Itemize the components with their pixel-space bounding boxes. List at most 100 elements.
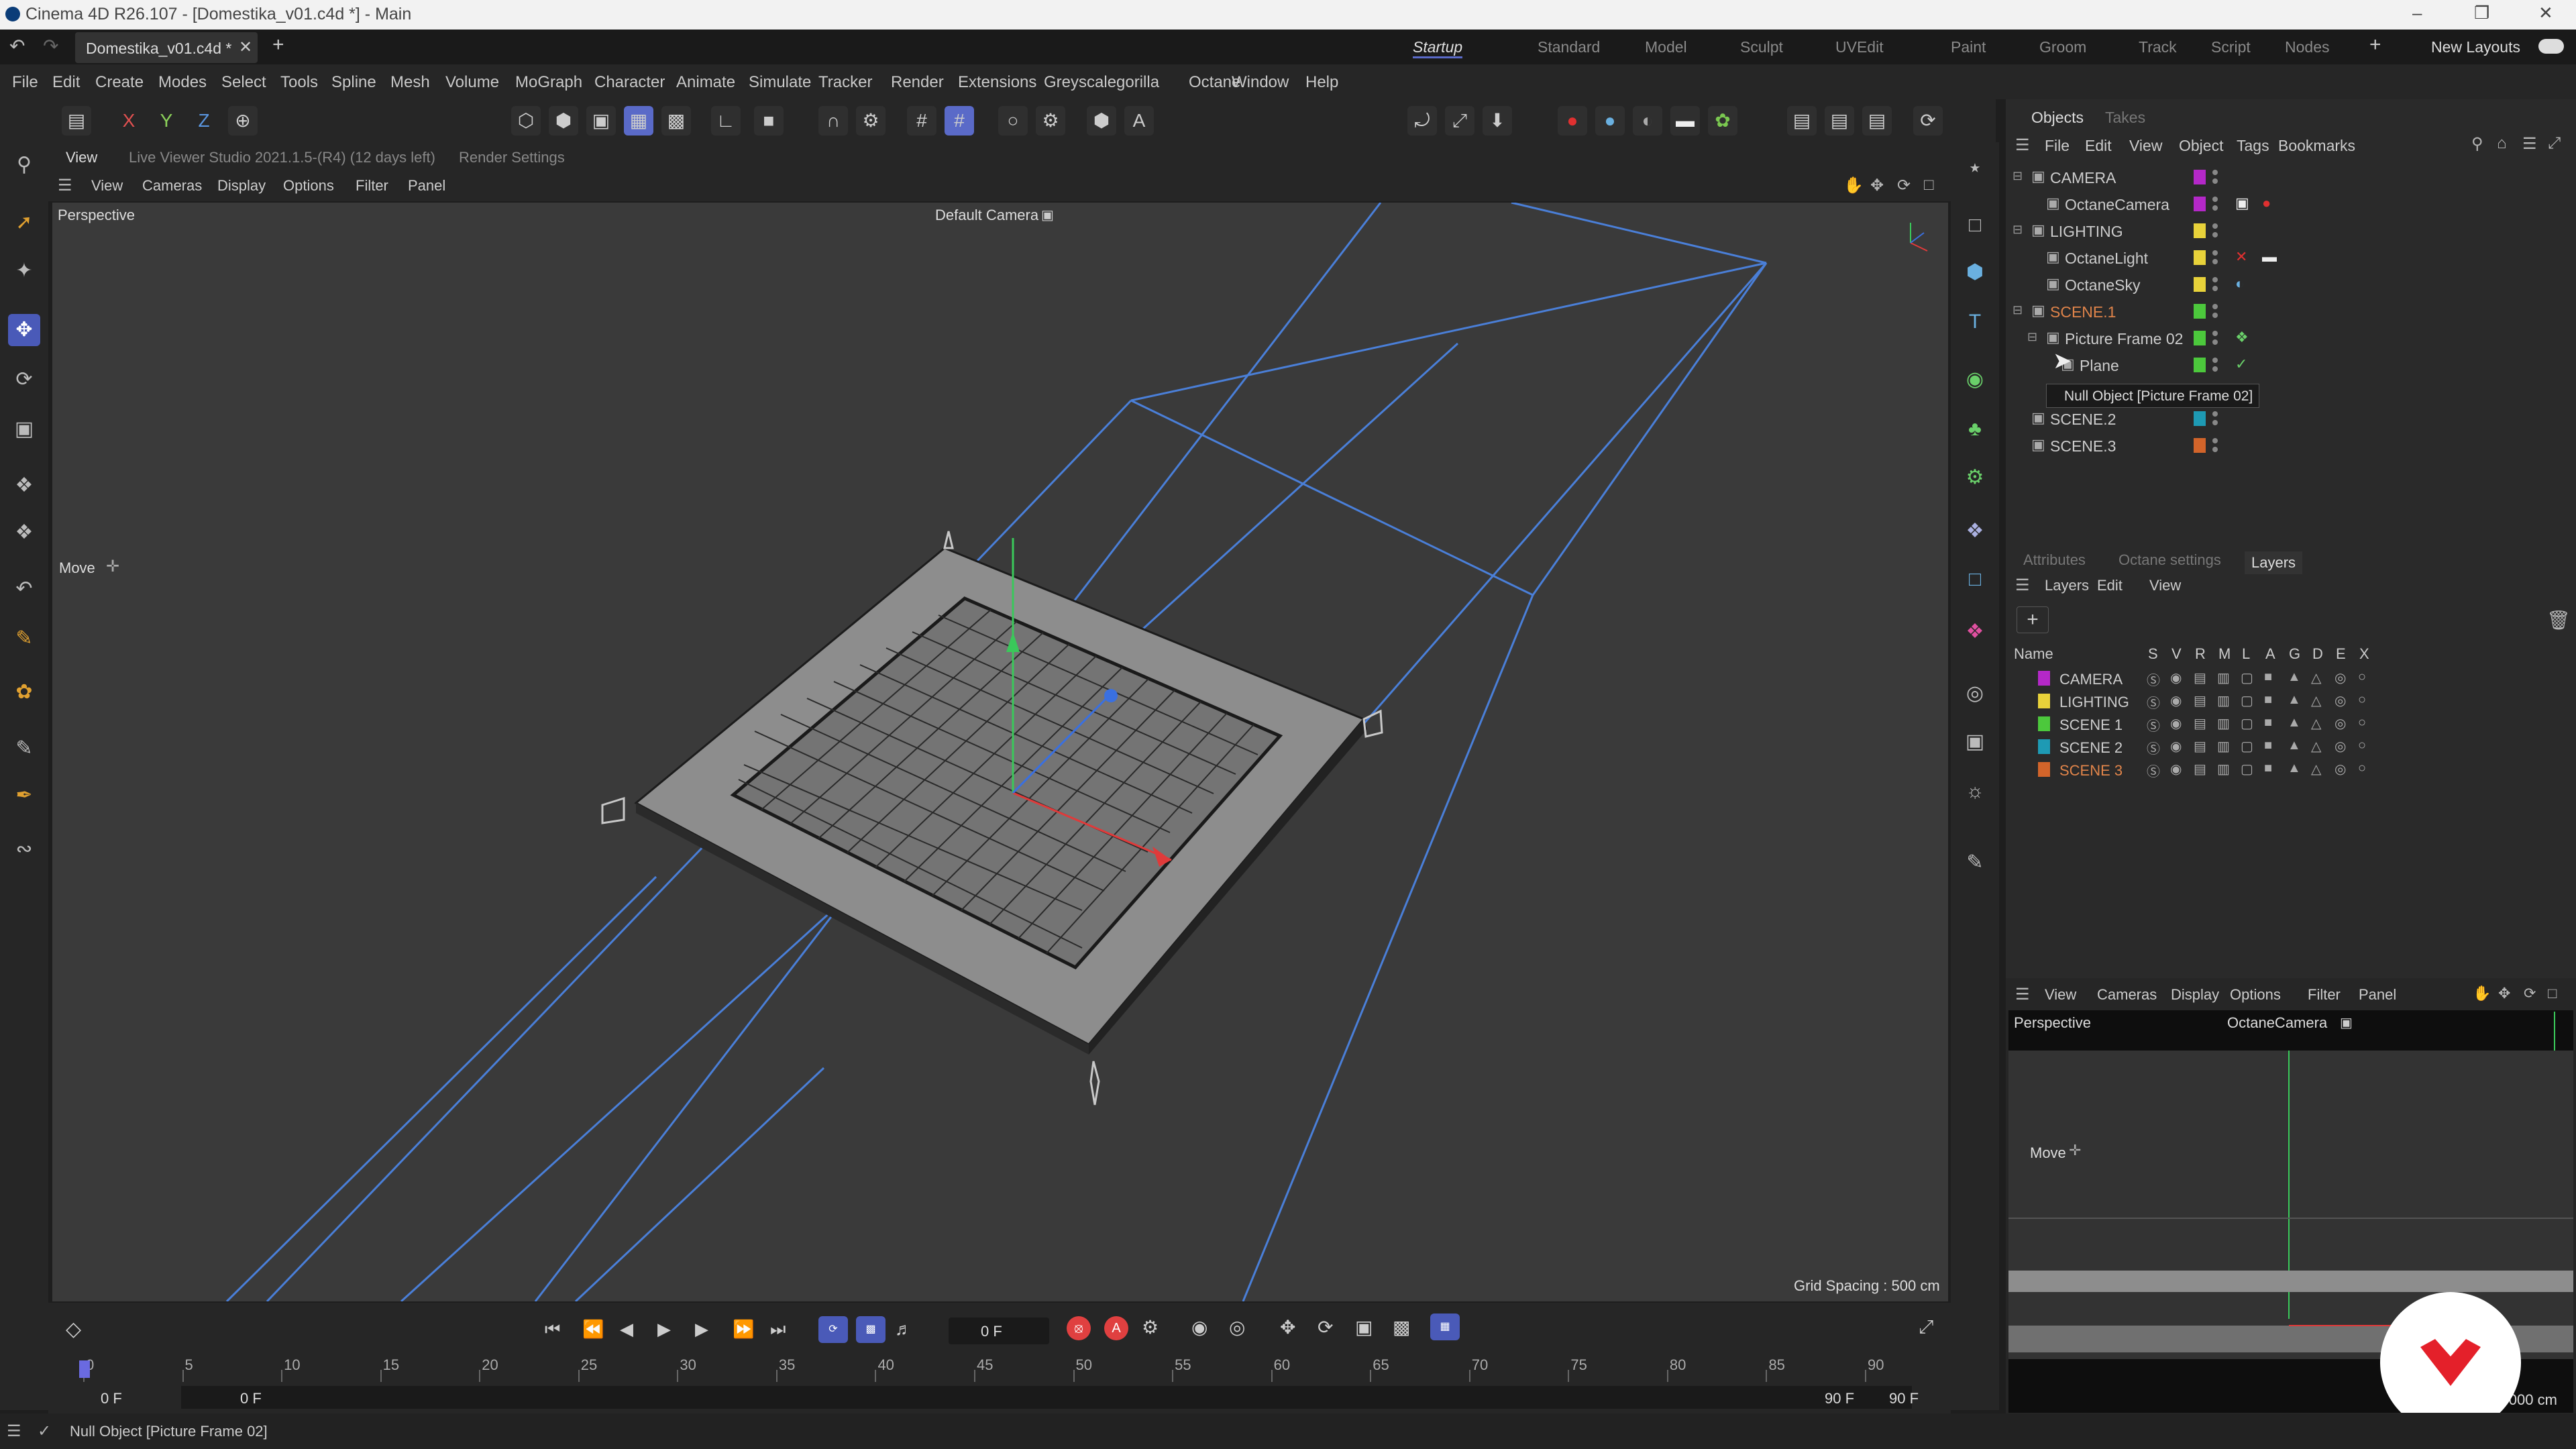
spline-rect-icon[interactable]: □ <box>1959 209 1991 241</box>
layer-toggle-icon[interactable]: △ <box>2311 692 2321 709</box>
layer-toggle-icon[interactable]: Ⓢ <box>2147 692 2160 712</box>
mini-menu-icon[interactable]: ☰ <box>2015 985 2030 1004</box>
layout-tab-startup[interactable]: Startup <box>1413 38 1463 58</box>
coordinate-system-icon[interactable]: ⊕ <box>228 106 258 136</box>
layer-toggle-icon[interactable]: ▤ <box>2194 692 2206 709</box>
expand-icon[interactable]: ⊟ <box>2012 223 2023 237</box>
render-visibility-dot[interactable] <box>2212 286 2218 291</box>
sculpt-icon[interactable]: ✿ <box>8 676 40 708</box>
mini-pan-icon[interactable]: ✋ <box>2473 985 2491 1002</box>
model-mode-icon[interactable]: ▤ <box>62 106 91 136</box>
position-key-icon[interactable]: ✥ <box>1280 1316 1295 1338</box>
y-axis-toggle[interactable]: Y <box>152 106 181 136</box>
viewport-menu-icon[interactable]: ☰ <box>58 176 72 195</box>
layer-row[interactable]: SCENE 1 Ⓢ ◉ ▤ ▥ ▢ ■ ▲ △ ◎ ○ <box>2006 712 2576 735</box>
search-icon[interactable]: ⚲ <box>2471 134 2483 154</box>
object-menu-object[interactable]: Object <box>2179 137 2223 155</box>
object-menu-edit[interactable]: Edit <box>2085 137 2112 155</box>
snap-settings-icon[interactable]: ⚙ <box>856 106 885 136</box>
menu-character[interactable]: Character <box>594 73 665 92</box>
layout-toggle[interactable] <box>2538 39 2564 54</box>
points-mode-icon[interactable]: ⬡ <box>511 106 541 136</box>
octane-camera-tag-icon[interactable]: ● <box>2262 195 2271 212</box>
object-menu-file[interactable]: File <box>2045 137 2070 155</box>
add-tab-icon[interactable]: + <box>272 34 284 56</box>
editor-visibility-dot[interactable] <box>2212 250 2218 256</box>
add-layout-icon[interactable]: + <box>2369 34 2381 56</box>
layer-toggle-icon[interactable]: ▤ <box>2194 715 2206 732</box>
next-key-icon[interactable]: ⏩ <box>733 1319 754 1340</box>
spiral-icon[interactable]: ⟳ <box>1913 106 1943 136</box>
layer-toggle-icon[interactable]: ■ <box>2264 715 2272 731</box>
move-view-icon[interactable]: ✥ <box>1870 176 1884 195</box>
layer-color-swatch[interactable] <box>2194 277 2206 292</box>
menu-animate[interactable]: Animate <box>676 73 735 92</box>
editor-visibility-dot[interactable] <box>2212 170 2218 175</box>
record-icon[interactable]: ⦻ <box>1067 1316 1091 1340</box>
object-row[interactable]: ⊟ ▣ SCENE.1 <box>2006 298 2576 325</box>
maximize-view-icon[interactable]: □ <box>1924 176 1934 195</box>
current-frame-field[interactable]: 0 F <box>949 1318 1049 1344</box>
layer-color-swatch[interactable] <box>2194 358 2206 372</box>
octane-light-tag-icon[interactable]: ▬ <box>2262 248 2277 266</box>
layer-toggle-icon[interactable]: ▤ <box>2194 761 2206 777</box>
editor-visibility-dot[interactable] <box>2212 411 2218 417</box>
3d-viewport[interactable]: Perspective Default Camera ▣ Move ✛ Grid… <box>52 203 1948 1301</box>
transform-icon[interactable]: ✦ <box>8 255 40 287</box>
viewport-menu-panel[interactable]: Panel <box>408 177 445 195</box>
cube-icon[interactable]: ⬢ <box>1959 256 1991 288</box>
layer-toggle-icon[interactable]: ▲ <box>2288 692 2301 708</box>
layer-color-swatch[interactable] <box>2194 438 2206 453</box>
workplane-icon[interactable]: # <box>945 106 974 136</box>
layer-row[interactable]: SCENE 3 Ⓢ ◉ ▤ ▥ ▢ ■ ▲ △ ◎ ○ <box>2006 758 2576 781</box>
menu-simulate[interactable]: Simulate <box>749 73 811 92</box>
render-visibility-dot[interactable] <box>2212 178 2218 184</box>
filter-icon[interactable]: ☰ <box>2522 134 2537 154</box>
render-region-icon[interactable]: ○ <box>998 106 1028 136</box>
clapper-icon[interactable]: ▤ <box>1787 106 1817 136</box>
rotate-tool-icon[interactable]: ⟳ <box>8 364 40 396</box>
menu-greyscalegorilla[interactable]: Greyscalegorilla <box>1044 73 1159 92</box>
layer-toggle-icon[interactable]: ◎ <box>2334 669 2346 686</box>
layer-toggle-icon[interactable]: Ⓢ <box>2147 715 2160 735</box>
previous-key-icon[interactable]: ⏪ <box>582 1319 604 1340</box>
play-icon[interactable]: ▶ <box>657 1319 671 1340</box>
mini-menu-filter[interactable]: Filter <box>2308 986 2341 1004</box>
solo-icon[interactable]: ■ <box>754 106 784 136</box>
layer-toggle-icon[interactable]: ▢ <box>2241 669 2253 686</box>
layer-toggle-icon[interactable]: ▤ <box>2194 738 2206 755</box>
object-name[interactable]: CAMERA <box>2050 169 2116 187</box>
keyframe-selection-icon[interactable]: ◉ <box>1191 1316 1208 1338</box>
edit-icon[interactable]: ✎ <box>1959 847 1991 879</box>
mini-menu-cameras[interactable]: Cameras <box>2097 986 2157 1004</box>
layer-toggle-icon[interactable]: ○ <box>2358 692 2366 708</box>
layer-toggle-icon[interactable]: ○ <box>2358 669 2366 685</box>
render-picture-icon[interactable]: ⤢ <box>1445 106 1474 136</box>
mini-menu-panel[interactable]: Panel <box>2359 986 2396 1004</box>
editor-visibility-dot[interactable] <box>2212 223 2218 229</box>
object-name[interactable]: OctaneCamera <box>2065 196 2169 214</box>
undo-icon[interactable]: ↶ <box>9 35 25 57</box>
attr-tab-layers[interactable]: Layers <box>2245 551 2303 574</box>
layer-toggle-icon[interactable]: Ⓢ <box>2147 669 2160 689</box>
layer-menu-edit[interactable]: Edit <box>2097 577 2123 594</box>
camera-label[interactable]: Default Camera <box>935 207 1038 224</box>
redo-icon[interactable]: ↷ <box>43 35 58 57</box>
layout-tab-model[interactable]: Model <box>1645 38 1687 56</box>
menu-render[interactable]: Render <box>891 73 944 92</box>
object-name[interactable]: Plane <box>2080 357 2119 375</box>
status-menu-icon[interactable]: ☰ <box>7 1421 21 1441</box>
layer-toggle-icon[interactable]: ■ <box>2264 692 2272 708</box>
mini-menu-options[interactable]: Options <box>2230 986 2281 1004</box>
menu-tracker[interactable]: Tracker <box>818 73 872 92</box>
layer-toggle-icon[interactable]: ▥ <box>2217 669 2230 686</box>
layer-row[interactable]: LIGHTING Ⓢ ◉ ▤ ▥ ▢ ■ ▲ △ ◎ ○ <box>2006 690 2576 712</box>
move-tool-icon[interactable]: ✥ <box>8 314 40 346</box>
parameter-key-icon[interactable]: ▩ <box>1393 1316 1410 1338</box>
viewport-menu-options[interactable]: Options <box>283 177 334 195</box>
sound-icon[interactable]: ♬ <box>895 1319 912 1340</box>
layer-toggle-icon[interactable]: ▲ <box>2288 738 2301 753</box>
layout-tab-paint[interactable]: Paint <box>1951 38 1986 56</box>
menu-window[interactable]: Window <box>1232 73 1289 92</box>
object-name[interactable]: SCENE.3 <box>2050 437 2116 455</box>
